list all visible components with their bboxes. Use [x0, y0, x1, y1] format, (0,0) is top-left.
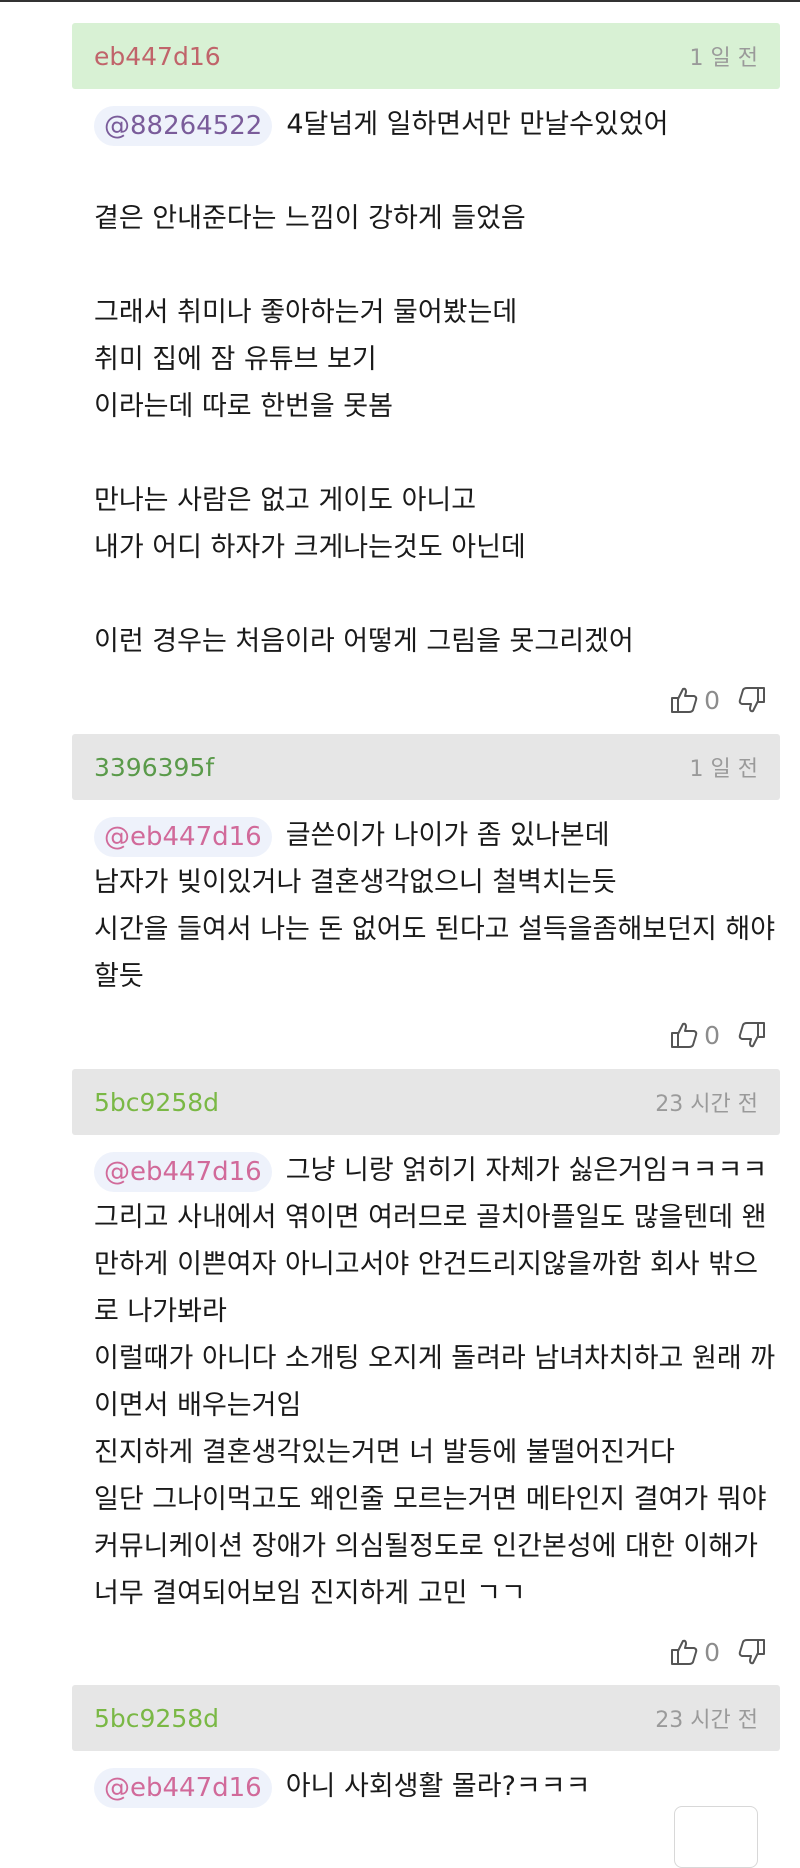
timestamp: 23 시간 전	[655, 1708, 758, 1733]
comment: 5bc9258d 23 시간 전 @eb447d16 그냥 니랑 얽히기 자체가 …	[72, 1069, 780, 1675]
comment-first-line: @eb447d16 글쓴이가 나이가 좀 있나본데	[94, 812, 780, 859]
vote-bar: 0	[72, 1012, 780, 1058]
vote-bar: 0	[72, 1629, 780, 1675]
comment-text: 아니 사회생활 몰라?ㅋㅋㅋ	[285, 1771, 591, 1802]
comment-text: 글쓴이가 나이가 좀 있나본데	[285, 820, 610, 851]
comment-text: 이럴때가 아니다 소개팅 오지게 돌려라 남녀차치하고 원래 까	[94, 1343, 776, 1374]
comment-header: 5bc9258d 23 시간 전	[72, 1685, 780, 1751]
comment-header: 5bc9258d 23 시간 전	[72, 1069, 780, 1135]
comment-text: 내가 어디 하자가 크게나는것도 아닌데	[94, 532, 526, 563]
like-count: 0	[704, 1020, 720, 1050]
floating-vote-box[interactable]	[674, 1806, 758, 1868]
vote-bar: 0	[72, 677, 780, 723]
thumbs-up-icon	[671, 687, 698, 713]
comment: 3396395f 1 일 전 @eb447d16 글쓴이가 나이가 좀 있나본데 …	[72, 734, 780, 1058]
comment-text: 할듯	[94, 961, 144, 992]
author-name[interactable]: 5bc9258d	[94, 1704, 219, 1733]
comment-text: 시간을 들여서 나는 돈 없어도 된다고 설득을좀해보던지 해야	[94, 914, 776, 945]
comment-text: 곁은 안내준다는 느낌이 강하게 들었음	[94, 203, 526, 234]
comment-text: 진지하게 결혼생각있는거면 너 발등에 불떨어진거다	[94, 1437, 675, 1468]
comment-text: 그리고 사내에서 엮이면 여러므로 골치아플일도 많을텐데 왠	[94, 1202, 767, 1233]
comment-text: 그래서 취미나 좋아하는거 물어봤는데	[94, 297, 518, 328]
top-divider	[0, 0, 800, 2]
comment-text: 이런 경우는 처음이라 어떻게 그림을 못그리겠어	[94, 626, 634, 657]
thumbs-down-icon	[738, 1022, 765, 1048]
comment-header: eb447d16 1 일 전	[72, 23, 780, 89]
comment-text: 남자가 빚이있거나 결혼생각없으니 철벽치는듯	[94, 867, 617, 898]
like-count: 0	[704, 685, 720, 715]
comment-text: 이라는데 따로 한번을 못봄	[94, 391, 393, 422]
thumbs-up-icon	[671, 1639, 698, 1665]
comment-first-line: @88264522 4달넘게 일하면서만 만날수있었어	[94, 101, 780, 148]
comment-text: 만나는 사람은 없고 게이도 아니고	[94, 485, 477, 516]
mention-tag[interactable]: @eb447d16	[94, 1767, 272, 1808]
comment-body: @eb447d16 그냥 니랑 얽히기 자체가 싫은거임ㅋㅋㅋㅋ 그리고 사내에서…	[72, 1135, 780, 1617]
comment-text: 4달넘게 일하면서만 만날수있었어	[286, 109, 669, 140]
comment-first-line: @eb447d16 그냥 니랑 얽히기 자체가 싫은거임ㅋㅋㅋㅋ	[94, 1147, 780, 1194]
comment: 5bc9258d 23 시간 전 @eb447d16 아니 사회생활 몰라?ㅋㅋㅋ	[72, 1685, 780, 1810]
comment-body: @eb447d16 글쓴이가 나이가 좀 있나본데 남자가 빚이있거나 결혼생각없…	[72, 800, 780, 1000]
timestamp: 23 시간 전	[655, 1092, 758, 1117]
thumbs-up-icon	[671, 1022, 698, 1048]
comment-text: 너무 결여되어보임 진지하게 고민 ㄱㄱ	[94, 1578, 526, 1609]
mention-tag[interactable]: @88264522	[94, 105, 273, 146]
comment-header: 3396395f 1 일 전	[72, 734, 780, 800]
like-button[interactable]: 0	[668, 684, 728, 716]
comment-text: 일단 그나이먹고도 왜인줄 모르는거면 메타인지 결여가 뭐야	[94, 1484, 767, 1515]
comment-first-line: @eb447d16 아니 사회생활 몰라?ㅋㅋㅋ	[94, 1763, 780, 1810]
comment-text: 만하게 이쁜여자 아니고서야 안건드리지않을까함 회사 밖으	[94, 1249, 758, 1280]
comment-text: 로 나가봐라	[94, 1296, 227, 1327]
comment-text: 그냥 니랑 얽히기 자체가 싫은거임ㅋㅋㅋㅋ	[285, 1155, 768, 1186]
timestamp: 1 일 전	[689, 757, 758, 782]
author-name[interactable]: 5bc9258d	[94, 1088, 219, 1117]
author-name[interactable]: eb447d16	[94, 42, 221, 71]
comment-text: 취미 집에 잠 유튜브 보기	[94, 344, 377, 375]
comment-text: 커뮤니케이션 장애가 의심될정도로 인간본성에 대한 이해가	[94, 1531, 758, 1562]
mention-tag[interactable]: @eb447d16	[94, 1151, 272, 1192]
timestamp: 1 일 전	[689, 46, 758, 71]
dislike-button[interactable]	[736, 1019, 768, 1051]
like-button[interactable]: 0	[668, 1019, 728, 1051]
dislike-button[interactable]	[736, 1636, 768, 1668]
comment-body: @eb447d16 아니 사회생활 몰라?ㅋㅋㅋ	[72, 1751, 780, 1810]
comment-text: 이면서 배우는거임	[94, 1390, 302, 1421]
like-button[interactable]: 0	[668, 1636, 728, 1668]
thumbs-down-icon	[738, 1639, 765, 1665]
mention-tag[interactable]: @eb447d16	[94, 816, 272, 857]
like-count: 0	[704, 1637, 720, 1667]
thumbs-down-icon	[738, 687, 765, 713]
dislike-button[interactable]	[736, 684, 768, 716]
comment-body: @88264522 4달넘게 일하면서만 만날수있었어 곁은 안내준다는 느낌이 …	[72, 89, 780, 665]
author-name[interactable]: 3396395f	[94, 753, 214, 782]
comment: eb447d16 1 일 전 @88264522 4달넘게 일하면서만 만날수있었…	[72, 23, 780, 723]
